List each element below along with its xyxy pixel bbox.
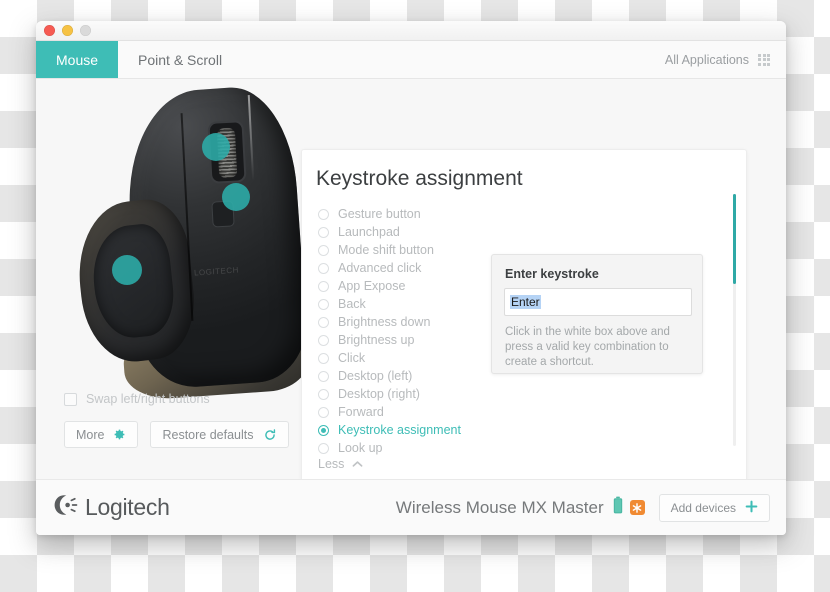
swap-buttons-checkbox[interactable]: Swap left/right buttons (64, 392, 210, 406)
option-label: Advanced click (338, 261, 422, 275)
less-label: Less (318, 457, 345, 471)
page-title: Keystroke assignment (316, 167, 523, 190)
option-label: Look up (338, 441, 383, 455)
radio-button (318, 262, 329, 274)
option-label: Mode shift button (338, 243, 434, 257)
radio-button (318, 208, 329, 220)
option-label: Brightness down (338, 315, 431, 329)
keystroke-input-value: Enter (510, 295, 541, 309)
option-desktop-right[interactable]: Desktop (right) (318, 385, 568, 403)
option-label: Back (338, 297, 366, 311)
option-label: Launchpad (338, 225, 400, 239)
popover-title: Enter keystroke (505, 267, 599, 281)
add-devices-label: Add devices (670, 500, 736, 515)
all-applications-button[interactable]: All Applications (665, 41, 786, 78)
refresh-icon (263, 428, 277, 442)
logitech-mark-icon (52, 494, 78, 521)
radio-button (318, 406, 329, 418)
keystroke-input[interactable]: Enter (504, 288, 692, 316)
option-label: Click (338, 351, 366, 365)
option-forward[interactable]: Forward (318, 403, 568, 421)
radio-button (318, 442, 329, 454)
option-label: Brightness up (338, 333, 415, 347)
grid-icon (758, 53, 770, 66)
mouse-hotspot-1[interactable] (202, 133, 230, 161)
radio-button (318, 334, 329, 346)
scrollbar-track[interactable] (733, 194, 736, 446)
mouse-action-buttons: More Restore defaults (64, 421, 289, 448)
option-label: Desktop (right) (338, 387, 420, 401)
option-label: Keystroke assignment (338, 423, 461, 437)
tab-bar-spacer (242, 41, 665, 78)
radio-button-selected (318, 424, 329, 436)
radio-button (318, 352, 329, 364)
restore-defaults-label: Restore defaults (162, 427, 254, 442)
tab-mouse-label: Mouse (56, 51, 99, 68)
main-content: LOGITECH Swap left/right buttons More Re… (36, 79, 786, 479)
battery-icon (613, 496, 623, 519)
option-label: App Expose (338, 279, 406, 293)
all-applications-label: All Applications (664, 52, 749, 67)
radio-button (318, 316, 329, 328)
logitech-wordmark: Logitech (85, 494, 170, 520)
less-toggle[interactable]: Less (318, 457, 363, 471)
window-titlebar (36, 21, 786, 41)
radio-button (318, 280, 329, 292)
option-look-up[interactable]: Look up (318, 439, 568, 457)
radio-button (318, 244, 329, 256)
mouse-hotspot-3[interactable] (112, 255, 142, 285)
option-keystroke-assignment[interactable]: Keystroke assignment (318, 421, 568, 439)
checkbox-box (64, 392, 77, 406)
gear-icon (113, 428, 126, 441)
radio-button (318, 370, 329, 382)
mouse-illustration: LOGITECH (54, 83, 334, 413)
option-label: Desktop (left) (338, 369, 413, 383)
radio-button (318, 226, 329, 238)
chevron-up-icon (352, 457, 363, 471)
tab-mouse[interactable]: Mouse (36, 41, 119, 78)
scrollbar-thumb[interactable] (733, 194, 736, 284)
mouse-hotspot-2[interactable] (222, 183, 250, 211)
enter-keystroke-popover: Enter keystroke Enter Click in the white… (491, 254, 703, 374)
option-launchpad[interactable]: Launchpad (318, 223, 568, 241)
option-gesture-button[interactable]: Gesture button (318, 205, 568, 223)
app-window: Mouse Point & Scroll All Applications LO… (36, 21, 786, 535)
option-label: Forward (338, 405, 384, 419)
add-devices-button[interactable]: Add devices (658, 493, 770, 522)
swap-buttons-label: Swap left/right buttons (86, 392, 210, 406)
radio-button (318, 298, 329, 310)
device-name: Wireless Mouse MX Master (395, 497, 604, 517)
more-button-label: More (76, 427, 105, 442)
restore-defaults-button[interactable]: Restore defaults (150, 421, 289, 448)
plus-icon (745, 500, 758, 516)
more-button[interactable]: More (64, 421, 139, 448)
minimize-button[interactable] (62, 25, 73, 36)
app-footer: Logitech Wireless Mouse MX Master Add de… (36, 479, 786, 535)
flow-icon (629, 500, 645, 515)
zoom-button[interactable] (80, 25, 91, 36)
radio-button (318, 388, 329, 400)
option-label: Gesture button (338, 207, 421, 221)
tab-point-and-scroll-label: Point & Scroll (138, 51, 223, 68)
tab-point-and-scroll[interactable]: Point & Scroll (118, 41, 242, 78)
tab-bar: Mouse Point & Scroll All Applications (36, 41, 786, 79)
transparency-backdrop: Mouse Point & Scroll All Applications LO… (0, 0, 830, 592)
logitech-logo: Logitech (52, 494, 170, 521)
close-button[interactable] (44, 25, 55, 36)
popover-hint: Click in the white box above and press a… (505, 326, 670, 368)
